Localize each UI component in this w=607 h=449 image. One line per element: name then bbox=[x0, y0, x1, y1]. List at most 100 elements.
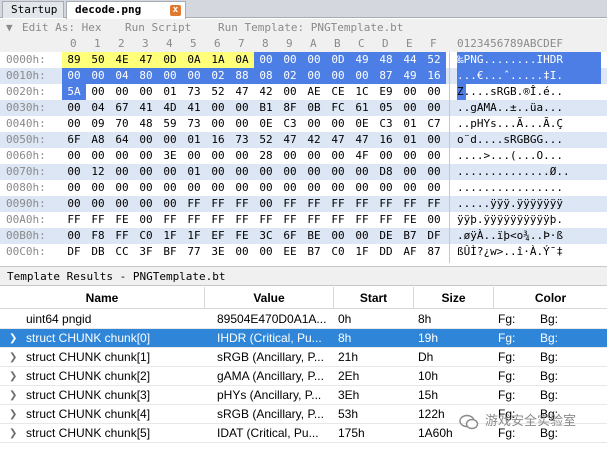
hex-byte[interactable]: 00 bbox=[158, 180, 182, 196]
hex-byte[interactable]: 0D bbox=[158, 52, 182, 68]
hex-byte[interactable]: 00 bbox=[182, 68, 206, 84]
ascii-text[interactable]: o¨d....sRGBGG... bbox=[457, 132, 607, 148]
hex-byte[interactable]: 47 bbox=[326, 132, 350, 148]
hex-byte[interactable]: 80 bbox=[134, 68, 158, 84]
hex-byte[interactable]: C7 bbox=[422, 116, 446, 132]
hex-byte[interactable]: 88 bbox=[230, 68, 254, 84]
hex-byte[interactable]: C3 bbox=[278, 116, 302, 132]
hex-byte[interactable]: 00 bbox=[350, 180, 374, 196]
hex-byte[interactable]: 00 bbox=[278, 148, 302, 164]
hex-byte[interactable]: 00 bbox=[230, 180, 254, 196]
hex-byte[interactable]: 00 bbox=[158, 164, 182, 180]
hex-byte[interactable]: 00 bbox=[206, 180, 230, 196]
hex-byte[interactable]: DB bbox=[86, 244, 110, 260]
table-row[interactable]: uint64 pngid 89504E470D0A1A... 0h 8h Fg: Bg: bbox=[0, 310, 607, 329]
hex-byte[interactable]: FF bbox=[206, 196, 230, 212]
hex-byte[interactable]: 47 bbox=[230, 84, 254, 100]
ascii-text[interactable]: ÿÿþ.ÿÿÿÿÿÿÿÿÿÿþ. bbox=[457, 212, 607, 228]
hex-byte[interactable]: 52 bbox=[254, 132, 278, 148]
hex-byte[interactable]: 00 bbox=[62, 228, 86, 244]
hex-row[interactable]: 0080h: 00 00 00 00 00 00 00 00 00 00 00 00 00 00 00 00..… bbox=[0, 180, 607, 196]
hex-byte[interactable]: C0 bbox=[326, 244, 350, 260]
table-row[interactable]: ❯ struct CHUNK chunk[3] pHYs (Ancillary, P… bbox=[0, 386, 607, 405]
hex-byte[interactable]: 02 bbox=[206, 68, 230, 84]
hex-byte[interactable]: EF bbox=[206, 228, 230, 244]
hex-byte[interactable]: 42 bbox=[254, 84, 278, 100]
ascii-text[interactable]: ßÛÌ?¿w>..î·À.Ý¯‡ bbox=[457, 244, 607, 260]
hex-row[interactable]: 0040h: 00 09 70 48 59 73 00 00 0E C3 00 00 0E C3 01 C7..… bbox=[0, 116, 607, 132]
hex-byte[interactable]: 6F bbox=[62, 132, 86, 148]
hex-byte[interactable]: 00 bbox=[62, 180, 86, 196]
hex-byte[interactable]: FF bbox=[326, 212, 350, 228]
hex-byte[interactable]: 05 bbox=[374, 100, 398, 116]
hex-byte[interactable]: 00 bbox=[278, 180, 302, 196]
hex-byte[interactable]: 49 bbox=[350, 52, 374, 68]
hex-byte[interactable]: 47 bbox=[134, 52, 158, 68]
hex-byte[interactable]: 00 bbox=[302, 180, 326, 196]
hex-row[interactable]: 0070h: 00 12 00 00 00 01 00 00 00 00 00 00 00 D8 00 00..… bbox=[0, 164, 607, 180]
hex-byte[interactable]: FF bbox=[398, 196, 422, 212]
hex-byte[interactable]: 4F bbox=[350, 148, 374, 164]
hex-byte[interactable]: 1C bbox=[350, 84, 374, 100]
hex-row[interactable]: 0000h: 89 50 4E 47 0D 0A 1A 0A 00 00 00 0D 49 48 44 52 ‰P… bbox=[0, 52, 607, 68]
hex-byte[interactable]: 00 bbox=[302, 116, 326, 132]
ascii-text[interactable]: ..............Ø.. bbox=[457, 164, 607, 180]
hex-byte[interactable]: 00 bbox=[326, 116, 350, 132]
hex-byte[interactable]: DD bbox=[374, 244, 398, 260]
hex-row[interactable]: 00C0h: DF DB CC 3F BF 77 3E 00 00 EE B7 C0 1F DD AF 87 ßÛ… bbox=[0, 244, 607, 260]
hex-byte[interactable]: 16 bbox=[374, 132, 398, 148]
hex-byte[interactable]: 00 bbox=[134, 212, 158, 228]
hex-byte[interactable]: 00 bbox=[62, 68, 86, 84]
hex-byte[interactable]: FF bbox=[254, 212, 278, 228]
hex-byte[interactable]: 00 bbox=[86, 180, 110, 196]
hex-byte[interactable]: FF bbox=[374, 212, 398, 228]
hex-byte[interactable]: 00 bbox=[158, 68, 182, 84]
hex-byte[interactable]: FF bbox=[110, 228, 134, 244]
tab-startup[interactable]: Startup bbox=[2, 1, 64, 18]
hex-byte[interactable]: FF bbox=[230, 196, 254, 212]
ascii-text[interactable]: Z....sRGB.®Î.é.. bbox=[457, 84, 607, 100]
ascii-text[interactable]: .øÿÀ..ïþ<o¾..Þ·ß bbox=[457, 228, 607, 244]
hex-byte[interactable]: 00 bbox=[206, 164, 230, 180]
ascii-text[interactable]: ‰PNG........IHDR bbox=[457, 52, 607, 68]
hex-byte[interactable]: FF bbox=[350, 196, 374, 212]
hex-byte[interactable]: 47 bbox=[350, 132, 374, 148]
hex-byte[interactable]: 00 bbox=[206, 116, 230, 132]
ascii-text[interactable]: .....ÿÿÿ.ÿÿÿÿÿÿÿ bbox=[457, 196, 607, 212]
hex-byte[interactable]: 00 bbox=[254, 180, 278, 196]
hex-byte[interactable]: 00 bbox=[86, 196, 110, 212]
column-header-color[interactable]: Color bbox=[494, 287, 607, 309]
hex-byte[interactable]: D8 bbox=[374, 164, 398, 180]
hex-byte[interactable]: B7 bbox=[302, 244, 326, 260]
hex-byte[interactable]: 00 bbox=[134, 132, 158, 148]
hex-byte[interactable]: 00 bbox=[134, 84, 158, 100]
hex-byte[interactable]: FF bbox=[230, 212, 254, 228]
hex-byte[interactable]: 00 bbox=[398, 180, 422, 196]
hex-byte[interactable]: 73 bbox=[230, 132, 254, 148]
hex-byte[interactable]: AF bbox=[398, 244, 422, 260]
hex-byte[interactable]: CC bbox=[110, 244, 134, 260]
hex-byte[interactable]: 77 bbox=[182, 244, 206, 260]
hex-byte[interactable]: 89 bbox=[62, 52, 86, 68]
hex-byte[interactable]: F8 bbox=[86, 228, 110, 244]
hex-byte[interactable]: 0A bbox=[230, 52, 254, 68]
hex-byte[interactable]: 1F bbox=[158, 228, 182, 244]
hex-byte[interactable]: 00 bbox=[62, 116, 86, 132]
hex-row[interactable]: 00B0h: 00 F8 FF C0 1F 1F EF FE 3C 6F BE 00 00 DE B7 DF .ø… bbox=[0, 228, 607, 244]
hex-byte[interactable]: 0D bbox=[326, 52, 350, 68]
hex-byte[interactable]: 00 bbox=[62, 196, 86, 212]
hex-byte[interactable]: 52 bbox=[422, 52, 446, 68]
hex-byte[interactable]: 00 bbox=[62, 148, 86, 164]
hex-byte[interactable]: AE bbox=[302, 84, 326, 100]
hex-byte[interactable]: FF bbox=[182, 212, 206, 228]
hex-byte[interactable]: 00 bbox=[230, 148, 254, 164]
hex-byte[interactable]: 02 bbox=[278, 68, 302, 84]
hex-byte[interactable]: 00 bbox=[158, 196, 182, 212]
hex-byte[interactable]: 52 bbox=[206, 84, 230, 100]
hex-byte[interactable]: 00 bbox=[398, 84, 422, 100]
hex-byte[interactable]: 87 bbox=[422, 244, 446, 260]
hex-byte[interactable]: 00 bbox=[182, 148, 206, 164]
hex-byte[interactable]: 3F bbox=[134, 244, 158, 260]
hex-byte[interactable]: 1F bbox=[350, 244, 374, 260]
hex-byte[interactable]: 70 bbox=[110, 116, 134, 132]
